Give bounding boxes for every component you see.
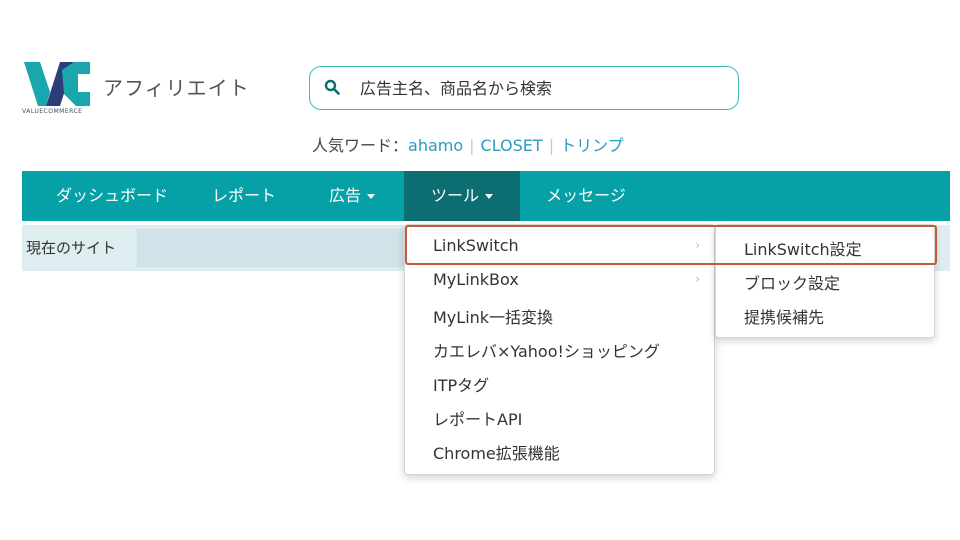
- menu-item-itp-tag[interactable]: ITPタグ: [433, 372, 489, 396]
- menu-item-mylink-bulk[interactable]: MyLink一括変換: [433, 304, 553, 328]
- nav-tools[interactable]: ツール: [404, 171, 520, 221]
- search-box[interactable]: [309, 66, 739, 110]
- popular-words: 人気ワード：ahamo | CLOSET | トリンプ: [312, 132, 624, 156]
- caret-down-icon: [485, 194, 493, 199]
- menu-item-mylinkbox[interactable]: MyLinkBox: [433, 270, 519, 289]
- highlight-box: [405, 225, 715, 265]
- chevron-right-icon: ›: [695, 272, 700, 286]
- nav-label: 広告: [328, 186, 361, 205]
- nav-label: メッセージ: [546, 186, 626, 205]
- search-input[interactable]: [360, 77, 720, 99]
- search-icon: [324, 79, 340, 95]
- logo-title: アフィリエイト: [103, 76, 250, 100]
- logo-mark-icon: [24, 62, 90, 106]
- popular-word-link[interactable]: CLOSET: [481, 136, 543, 155]
- nav-label: ツール: [430, 186, 479, 205]
- menu-item-kaereba-yahoo[interactable]: カエレバ×Yahoo!ショッピング: [433, 338, 660, 362]
- nav-dashboard[interactable]: ダッシュボード: [32, 171, 192, 221]
- separator: |: [548, 136, 555, 155]
- submenu-item-partner-candidates[interactable]: 提携候補先: [744, 304, 824, 328]
- nav-report[interactable]: レポート: [198, 171, 290, 221]
- menu-item-chrome-extension[interactable]: Chrome拡張機能: [433, 440, 560, 464]
- current-site-select[interactable]: [137, 229, 437, 267]
- nav-label: ダッシュボード: [55, 186, 168, 205]
- highlight-box: [715, 225, 937, 265]
- caret-down-icon: [367, 194, 375, 199]
- nav-messages[interactable]: メッセージ: [530, 171, 642, 221]
- valuecommerce-logo[interactable]: VALUECOMMERCE: [22, 62, 92, 120]
- current-site-label: 現在のサイト: [26, 239, 117, 257]
- nav-label: レポート: [211, 186, 276, 205]
- submenu-item-block-settings[interactable]: ブロック設定: [744, 270, 840, 294]
- popular-word-link[interactable]: ahamo: [408, 136, 463, 155]
- popular-words-label: 人気ワード：: [312, 136, 409, 155]
- main-nav: ダッシュボード レポート 広告 ツール メッセージ: [22, 171, 950, 221]
- popular-word-link[interactable]: トリンプ: [560, 136, 624, 155]
- nav-ads[interactable]: 広告: [312, 171, 392, 221]
- logo-subtext: VALUECOMMERCE: [22, 108, 83, 115]
- menu-item-report-api[interactable]: レポートAPI: [433, 406, 522, 430]
- separator: |: [469, 136, 475, 155]
